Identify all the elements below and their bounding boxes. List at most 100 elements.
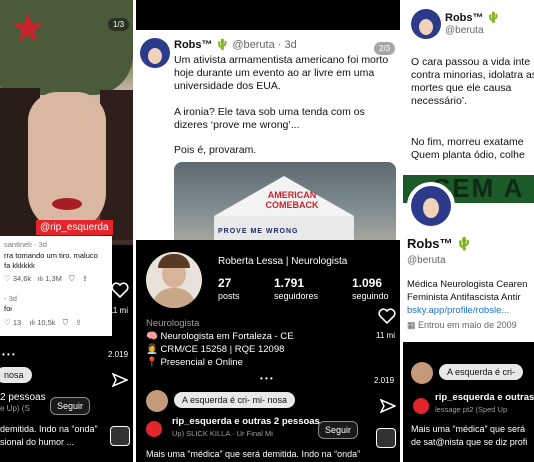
author-avatar[interactable] <box>140 38 170 68</box>
like-icon[interactable] <box>111 282 129 298</box>
caption-line-1: Mais uma “médica” que será <box>411 424 526 434</box>
profile-handle: @beruta <box>407 255 446 266</box>
music-label[interactable]: Up) SLICK KILLA · Ur Final Mi <box>172 429 273 438</box>
tent-edge-text: PROVE ME WRONG <box>218 228 299 235</box>
reel-footer: A esquerda é cri- rip_esquerda e outras … <box>403 342 534 462</box>
bio-line-2: 👩‍⚕️ CRM/CE 15258 | RQE 12098 <box>146 344 285 355</box>
profile-name: Roberta Lessa | Neurologista <box>218 256 348 267</box>
following-count[interactable]: 1.096 <box>352 276 382 290</box>
send-icon[interactable] <box>380 399 396 413</box>
comment-text-2: foi <box>4 304 12 313</box>
like-icon[interactable] <box>378 308 396 324</box>
tweet-paragraph-3: Pois é, provaram. <box>174 144 257 156</box>
reel-panel-1: 1/3 @rip_esquerda santinelı · 3d rra tom… <box>0 0 133 462</box>
account-name[interactable]: 2 pessoas <box>0 392 46 403</box>
face-shape <box>28 92 106 232</box>
profile-link[interactable]: bsky.app/profile/robsle... <box>407 305 509 316</box>
posts-count: 27 <box>218 276 232 290</box>
profile-avatar[interactable] <box>407 182 455 230</box>
author-name[interactable]: Robs™ <box>445 12 484 24</box>
bookmark-icon[interactable]: ⛉ <box>69 274 75 283</box>
verified-plant-icon: 🌵 <box>486 12 501 24</box>
heart-icon[interactable]: ♡ <box>4 318 11 327</box>
caption-line-2: sional do humor ... <box>0 437 75 447</box>
overlay-handle: @rip_esquerda <box>36 220 113 235</box>
joined-line: ▦ Entrou em maio de 2009 <box>407 320 517 330</box>
reply-pill[interactable]: nosa <box>0 367 32 383</box>
bio-line-1: 🧠 Neurologista em Fortaleza - CE <box>146 331 294 342</box>
account-name[interactable]: rip_esquerda e outras <box>435 392 534 403</box>
reply-pill[interactable]: A esquerda é cri- mi- nosa <box>174 392 296 408</box>
author-handle: @beruta · 3d <box>232 39 297 51</box>
reel-panel-2: Robs™ 🌵 @beruta · 3d 2/3 Um ativista arm… <box>136 0 400 462</box>
profile-category: Neurologista <box>146 318 200 329</box>
tweet-paragraph-1: O cara passou a vida inte contra minoria… <box>411 56 534 107</box>
tweet-photo[interactable]: AMERICAN COMEBACK PROVE ME WRONG <box>174 162 396 240</box>
share-count: 2.019 <box>108 350 129 359</box>
pin-icon: 📍 <box>146 357 158 368</box>
star-icon <box>12 12 44 44</box>
bio-line-3: 📍 Presencial e Online <box>146 357 243 368</box>
follow-button[interactable]: Seguir <box>50 397 91 415</box>
slide-counter: 1/3 <box>108 18 130 31</box>
bookmark-icon[interactable]: ⛉ <box>63 318 69 327</box>
caption-line-2: de sat@nista que se diz profi <box>411 437 528 447</box>
comment-views-2: 10,5k <box>37 318 56 327</box>
bio-line-1: Médica Neurologista Cearen <box>407 279 528 290</box>
author-name-line: Robs™ 🌵 <box>445 11 500 24</box>
comment-views: 1,3M <box>45 274 62 283</box>
heart-icon[interactable]: ♡ <box>4 274 11 283</box>
bio-line-2: Feminista Antifascista Antir <box>407 292 521 303</box>
profile-name: Robs™ <box>407 236 453 251</box>
share-icon[interactable]: ⇪ <box>82 274 88 283</box>
music-label[interactable]: lessage pt2 (Sped Up <box>435 405 507 414</box>
audio-thumbnail[interactable] <box>376 428 396 448</box>
followers-count[interactable]: 1.791 <box>274 276 304 290</box>
following-label[interactable]: seguindo <box>352 291 389 301</box>
follow-button[interactable]: Seguir <box>318 421 359 439</box>
lips-shape <box>52 198 82 210</box>
profile-name-line: Robs™ 🌵 <box>407 236 472 252</box>
no-entry-icon <box>146 421 162 437</box>
carousel-dots: • • • <box>2 350 15 359</box>
tweet-card: Robs™ 🌵 @beruta · 3d 2/3 Um ativista arm… <box>136 30 400 240</box>
music-label[interactable]: e Up) (S <box>0 404 30 413</box>
reply-pill[interactable]: A esquerda é cri- <box>439 364 524 380</box>
tweet-paragraph-2: No fim, morreu exatame Quem planta ódio,… <box>411 136 525 161</box>
share-count: 2.019 <box>374 376 395 385</box>
share-icon[interactable]: ⇪ <box>75 318 81 327</box>
author-handle: @beruta <box>445 25 484 36</box>
reel-panel-3: Robs™ 🌵 @beruta O cara passou a vida int… <box>403 0 534 462</box>
comment-text: rra tomando um tiro. maluco fa kkkkkk <box>4 251 98 270</box>
account-name[interactable]: rip_esquerda e outras 2 pessoas <box>172 416 320 427</box>
commenter-avatar[interactable] <box>146 390 168 412</box>
bars-icon: ılı <box>29 318 36 327</box>
tent-banner: AMERICAN COMEBACK <box>265 190 319 210</box>
doctor-icon: 👩‍⚕️ <box>146 344 158 355</box>
comment-likes-2: 13 <box>12 318 22 327</box>
comment-likes: 34,6k <box>12 274 32 283</box>
posts-label: posts <box>218 291 240 301</box>
carousel-dots: • • • <box>260 374 273 383</box>
author-name[interactable]: Robs™ <box>174 39 213 51</box>
caption-line-1: demitida. Indo na “onda” <box>0 424 98 434</box>
send-icon[interactable] <box>112 373 128 387</box>
comment-user-2: - 3d <box>4 294 17 303</box>
verified-plant-icon: 🌵 <box>456 236 473 251</box>
brain-icon: 🧠 <box>146 331 158 342</box>
bars-icon: ılı <box>37 274 44 283</box>
audio-thumbnail[interactable] <box>110 426 130 446</box>
verified-plant-icon: 🌵 <box>215 39 230 51</box>
comment-stats-2: ♡ 13 ılı 10,5k ⛉ ⇪ <box>4 318 112 328</box>
profile-avatar[interactable] <box>146 252 202 308</box>
caption-line: Mais uma “médica” que será demitida. Ind… <box>146 449 361 459</box>
commenter-avatar[interactable] <box>411 362 433 384</box>
followers-label[interactable]: seguidores <box>274 291 318 301</box>
no-entry-icon <box>413 398 429 414</box>
comment-user: santinelı · 3d <box>4 240 47 249</box>
like-count: 11 mi <box>376 331 395 340</box>
author-line: Robs™ 🌵 @beruta · 3d <box>174 38 297 51</box>
comment-card: santinelı · 3d rra tomando um tiro. malu… <box>0 236 112 336</box>
author-avatar[interactable] <box>411 9 441 39</box>
tweet-paragraph-2: A ironia? Ele tava sob uma tenda com os … <box>174 106 365 131</box>
